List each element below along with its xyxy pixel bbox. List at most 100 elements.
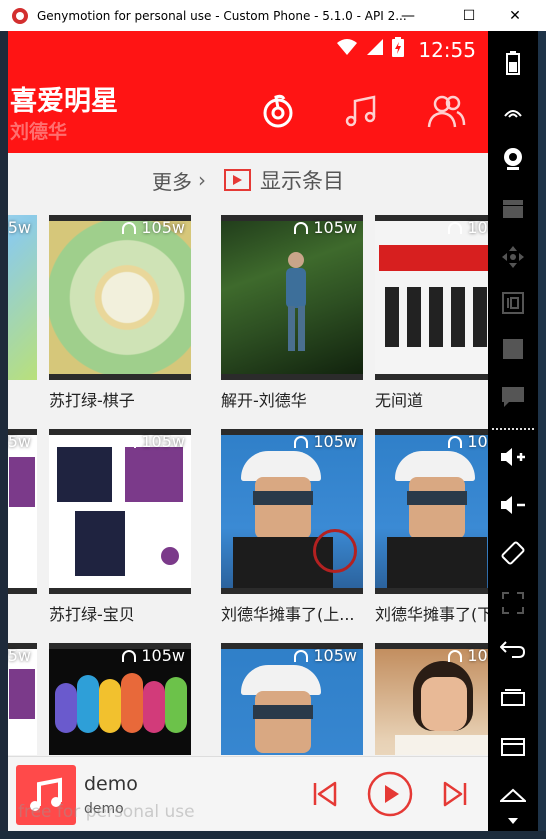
capture-button[interactable] xyxy=(488,189,538,229)
album-card[interactable]: 105w 无间道 xyxy=(375,215,488,411)
headphones-icon xyxy=(294,221,309,234)
skip-next-icon xyxy=(443,781,467,807)
cast-icon xyxy=(503,339,523,359)
genymotion-app-icon xyxy=(12,7,28,24)
play-box-icon xyxy=(224,169,251,191)
album-cover: 105w xyxy=(8,429,37,594)
battery-icon xyxy=(392,37,405,62)
next-button[interactable] xyxy=(432,771,478,817)
menu-button[interactable] xyxy=(488,727,538,767)
album-cover: 105w xyxy=(8,215,37,380)
album-title: 刘德华摊事了(上... xyxy=(221,605,355,624)
volume-up-button[interactable] xyxy=(488,437,538,477)
back-arrow-icon xyxy=(500,641,526,658)
sms-button[interactable] xyxy=(488,377,538,417)
pixel-perfect-icon xyxy=(502,592,524,614)
page-title: 喜爱明星 xyxy=(10,86,118,117)
maximize-button[interactable]: ☐ xyxy=(446,0,492,31)
menu-icon xyxy=(501,738,525,756)
play-icon xyxy=(367,771,413,817)
album-card[interactable]: 105w xyxy=(8,215,37,380)
album-card[interactable]: 105w 解开-刘德华 xyxy=(221,215,363,411)
pixel-perfect-button[interactable] xyxy=(488,583,538,623)
show-items-label: 显示条目 xyxy=(260,169,344,193)
back-button[interactable] xyxy=(488,629,538,669)
album-title: 苏打绿-宝贝 xyxy=(49,605,135,624)
album-card[interactable]: 105w xyxy=(8,643,37,755)
play-button[interactable] xyxy=(367,771,413,817)
volume-down-icon xyxy=(501,496,525,514)
album-cover: 105w xyxy=(221,429,363,594)
album-card[interactable]: 105w 刘德华摊事了(下... xyxy=(375,429,488,625)
tab-discover[interactable] xyxy=(256,89,300,133)
clock: 12:55 xyxy=(418,37,476,62)
album-title: 刘德华摊事了(下... xyxy=(375,605,488,624)
gps-icon xyxy=(504,110,522,118)
album-title: 苏打绿-棋子 xyxy=(49,391,135,410)
signal-icon xyxy=(366,38,384,61)
move-arrows-icon xyxy=(502,246,524,268)
album-card[interactable]: 105w 苏打绿-棋子 xyxy=(49,215,191,411)
minimize-button[interactable]: — xyxy=(385,0,431,31)
music-note-icon xyxy=(345,95,376,127)
webcam-icon xyxy=(504,148,522,170)
camera-button[interactable] xyxy=(488,139,538,179)
more-link[interactable]: 更多 › xyxy=(152,166,206,195)
recent-apps-icon xyxy=(501,689,525,706)
gps-button[interactable] xyxy=(488,93,538,133)
show-items-toggle[interactable]: 显示条目 xyxy=(224,165,344,195)
status-bar: 12:55 xyxy=(328,37,476,62)
album-card[interactable]: 105w xyxy=(221,643,363,755)
home-icon xyxy=(500,788,526,802)
album-grid: 105w 105w 苏打绿-棋子 105w 解开-刘德华 105w xyxy=(8,207,488,755)
album-title: 解开-刘德华 xyxy=(221,391,307,410)
close-button[interactable]: ✕ xyxy=(492,0,538,31)
volume-down-button[interactable] xyxy=(488,485,538,525)
headphones-icon xyxy=(122,435,137,448)
album-card[interactable]: 105w xyxy=(49,643,191,755)
window-titlebar: Genymotion for personal use - Custom Pho… xyxy=(0,0,546,31)
headphones-icon xyxy=(294,435,309,448)
move-button[interactable] xyxy=(488,237,538,277)
previous-button[interactable] xyxy=(302,771,348,817)
album-card[interactable]: 105w xyxy=(8,429,37,594)
netease-music-icon xyxy=(263,94,293,128)
battery-widget-button[interactable] xyxy=(488,43,538,83)
volume-up-icon xyxy=(501,448,525,466)
album-card[interactable]: 105w 苏打绿-宝贝 xyxy=(49,429,191,625)
device-id-button[interactable] xyxy=(488,283,538,323)
headphones-icon xyxy=(122,649,137,662)
scroll-down-arrow[interactable] xyxy=(488,811,538,831)
more-bar: 更多 › 显示条目 xyxy=(8,153,488,207)
tab-friends[interactable] xyxy=(424,89,468,133)
album-cover: 105w xyxy=(375,643,488,755)
clapperboard-icon xyxy=(503,200,523,218)
friends-icon xyxy=(427,95,466,128)
album-card[interactable]: 105w xyxy=(375,643,488,755)
recent-apps-button[interactable] xyxy=(488,677,538,717)
skip-previous-icon xyxy=(313,781,337,807)
album-cover: 105w xyxy=(49,215,191,380)
album-title: 无间道 xyxy=(375,391,424,410)
album-cover: 105w xyxy=(49,429,191,594)
album-card[interactable]: 105w 刘德华摊事了(上... xyxy=(221,429,363,625)
home-button[interactable] xyxy=(488,775,538,815)
tab-music[interactable] xyxy=(340,89,384,133)
album-cover: 105w xyxy=(8,643,37,755)
emulator-toolbar xyxy=(488,31,538,831)
phone-screen: 12:55 喜爱明星 刘德华 更多 › 显示条目 105w xyxy=(8,31,488,831)
message-icon xyxy=(502,387,524,407)
album-cover: 105w xyxy=(221,643,363,755)
window-title: Genymotion for personal use - Custom Pho… xyxy=(37,8,407,23)
chevron-down-icon xyxy=(508,818,518,824)
chevron-right-icon: › xyxy=(198,168,206,192)
cast-button[interactable] xyxy=(488,329,538,369)
rotate-button[interactable] xyxy=(488,533,538,573)
battery-icon xyxy=(506,51,520,75)
mini-player[interactable]: demo demo free for personal use xyxy=(8,756,488,831)
album-cover: 105w xyxy=(375,429,488,594)
rotate-icon xyxy=(501,541,525,565)
album-cover: 105w xyxy=(221,215,363,380)
app-bar: 12:55 喜爱明星 刘德华 xyxy=(8,31,488,153)
id-icon xyxy=(502,292,524,314)
